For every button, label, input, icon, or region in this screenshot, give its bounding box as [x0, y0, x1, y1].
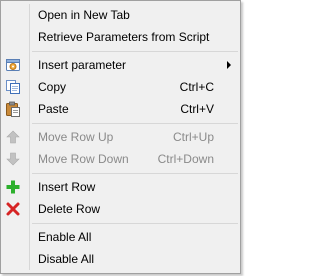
paste-icon	[5, 101, 21, 117]
menu-item-label: Enable All	[38, 230, 92, 244]
arrow-down-icon	[5, 151, 21, 167]
menu-item-label: Move Row Up	[38, 130, 114, 144]
menu-item-move-row-up: Move Row Up Ctrl+Up	[3, 126, 238, 148]
menu-item-label: Disable All	[38, 252, 95, 266]
menu-item-label: Move Row Down	[38, 152, 129, 166]
menu-item-label: Insert parameter	[38, 58, 127, 72]
menu-item-shortcut: Ctrl+Down	[157, 152, 214, 166]
delete-icon	[5, 201, 21, 217]
menu-item-open-in-new-tab[interactable]: Open in New Tab	[3, 4, 238, 26]
submenu-arrow-icon	[227, 61, 231, 69]
menu-item-enable-all[interactable]: Enable All	[3, 226, 238, 248]
plus-icon	[5, 179, 21, 195]
menu-item-label: Retrieve Parameters from Script	[38, 30, 210, 44]
menu-item-shortcut: Ctrl+V	[180, 102, 214, 116]
menu-separator	[32, 223, 238, 224]
menu-item-copy[interactable]: Copy Ctrl+C	[3, 76, 238, 98]
menu-item-label: Copy	[38, 80, 67, 94]
arrow-up-icon	[5, 129, 21, 145]
insert-parameter-icon	[5, 57, 21, 73]
menu-item-label: Delete Row	[38, 202, 101, 216]
menu-item-disable-all[interactable]: Disable All	[3, 248, 238, 270]
menu-item-shortcut: Ctrl+C	[179, 80, 214, 94]
menu-separator	[32, 173, 238, 174]
menu-item-label: Insert Row	[38, 180, 96, 194]
menu-item-paste[interactable]: Paste Ctrl+V	[3, 98, 238, 120]
menu-item-insert-row[interactable]: Insert Row	[3, 176, 238, 198]
menu-item-label: Paste	[38, 102, 69, 116]
menu-item-delete-row[interactable]: Delete Row	[3, 198, 238, 220]
menu-item-label: Open in New Tab	[38, 8, 130, 22]
menu-separator	[32, 123, 238, 124]
menu-item-retrieve-parameters[interactable]: Retrieve Parameters from Script	[3, 26, 238, 48]
menu-item-insert-parameter[interactable]: Insert parameter	[3, 54, 238, 76]
menu-item-shortcut: Ctrl+Up	[172, 130, 214, 144]
menu-separator	[32, 51, 238, 52]
menu-item-move-row-down: Move Row Down Ctrl+Down	[3, 148, 238, 170]
context-menu: Open in New Tab Retrieve Parameters from…	[0, 0, 241, 274]
copy-icon	[5, 79, 21, 95]
